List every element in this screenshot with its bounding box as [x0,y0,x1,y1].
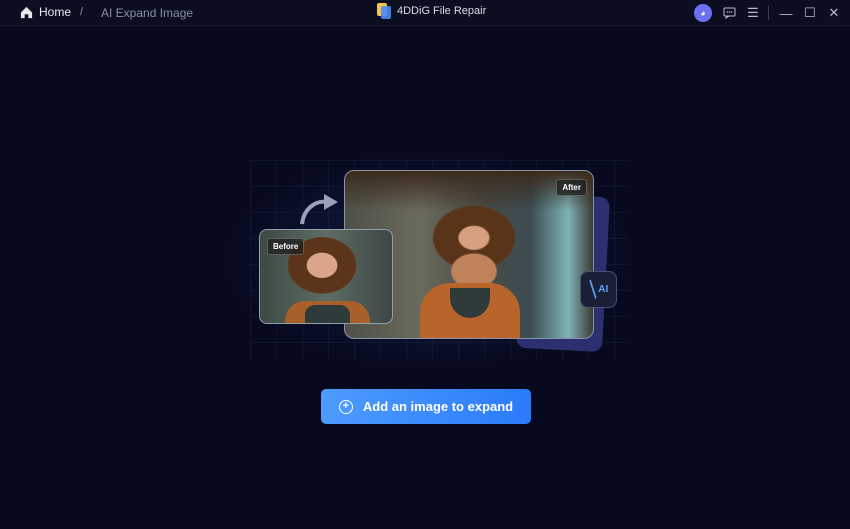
after-label: After [556,179,587,196]
title-bar: Home / AI Expand Image 4DDiG File Repair… [0,0,850,26]
app-logo-icon [377,3,391,19]
home-label: Home [39,5,72,19]
close-icon[interactable]: ✕ [825,4,843,22]
add-image-label: Add an image to expand [362,399,514,414]
before-label: Before [267,238,305,255]
plus-circle-icon: + [338,399,353,414]
maximize-icon[interactable]: ☐ [801,4,819,22]
home-icon [20,6,33,18]
breadcrumb-separator: / [80,6,84,18]
breadcrumb-current: AI Expand Image [101,6,194,20]
before-figure-detail [305,305,350,323]
divider [768,6,769,20]
before-image: Before [259,229,393,324]
app-title-text: 4DDiG File Repair [397,5,487,17]
ai-magic-wand-icon: ╱ AI [580,271,617,308]
home-button[interactable]: Home [20,5,71,19]
app-title: 4DDiG File Repair [377,3,486,19]
feedback-icon[interactable] [720,4,738,22]
menu-icon[interactable]: ☰ [744,4,762,22]
discord-icon[interactable]: ◕ [694,4,712,22]
curved-arrow-icon [300,194,338,225]
minimize-icon[interactable]: — [777,4,795,22]
add-image-button[interactable]: + Add an image to expand [321,389,531,424]
